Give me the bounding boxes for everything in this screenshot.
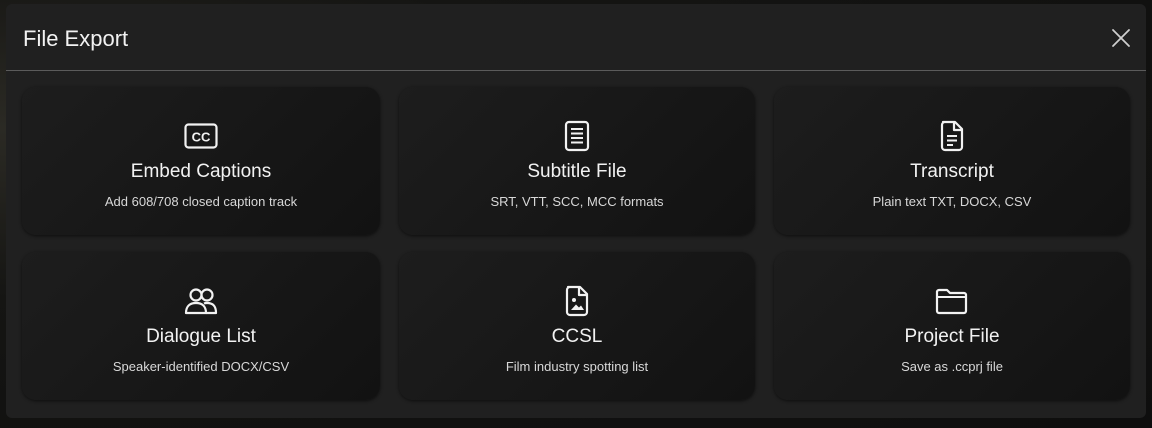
option-title: Embed Captions: [130, 161, 272, 182]
export-options-grid: CC Embed Captions Add 608/708 closed cap…: [22, 87, 1130, 400]
file-export-dialog: File Export CC Embed Captions Add 608/70…: [6, 4, 1146, 418]
export-option-project-file[interactable]: Project File Save as .ccprj file: [774, 252, 1130, 400]
option-description: Save as .ccprj file: [901, 359, 1003, 374]
svg-text:CC: CC: [192, 130, 211, 145]
export-option-ccsl[interactable]: CCSL Film industry spotting list: [399, 252, 755, 400]
image-document-icon: [560, 285, 594, 317]
export-option-transcript[interactable]: Transcript Plain text TXT, DOCX, CSV: [774, 87, 1130, 235]
option-title: Subtitle File: [527, 161, 627, 182]
export-option-embed-captions[interactable]: CC Embed Captions Add 608/708 closed cap…: [22, 87, 380, 235]
option-title: CCSL: [551, 326, 603, 347]
close-button[interactable]: [1109, 26, 1133, 50]
close-icon: [1112, 29, 1130, 47]
option-description: Speaker-identified DOCX/CSV: [112, 359, 290, 374]
option-description: Plain text TXT, DOCX, CSV: [872, 194, 1032, 209]
folder-icon: [935, 286, 969, 316]
export-option-dialogue-list[interactable]: Dialogue List Speaker-identified DOCX/CS…: [22, 252, 380, 400]
export-option-subtitle-file[interactable]: Subtitle File SRT, VTT, SCC, MCC formats: [399, 87, 755, 235]
subtitle-document-icon: [560, 120, 594, 152]
users-icon: [184, 286, 218, 316]
option-description: Film industry spotting list: [505, 359, 649, 374]
dialog-title: File Export: [23, 26, 129, 51]
option-description: Add 608/708 closed caption track: [104, 194, 298, 209]
dialog-header: File Export: [6, 4, 1146, 71]
option-title: Transcript: [910, 161, 994, 182]
option-title: Project File: [904, 326, 1000, 347]
option-title: Dialogue List: [146, 326, 256, 347]
transcript-document-icon: [935, 120, 969, 152]
closed-captions-icon: CC: [184, 121, 218, 151]
option-description: SRT, VTT, SCC, MCC formats: [490, 194, 664, 209]
